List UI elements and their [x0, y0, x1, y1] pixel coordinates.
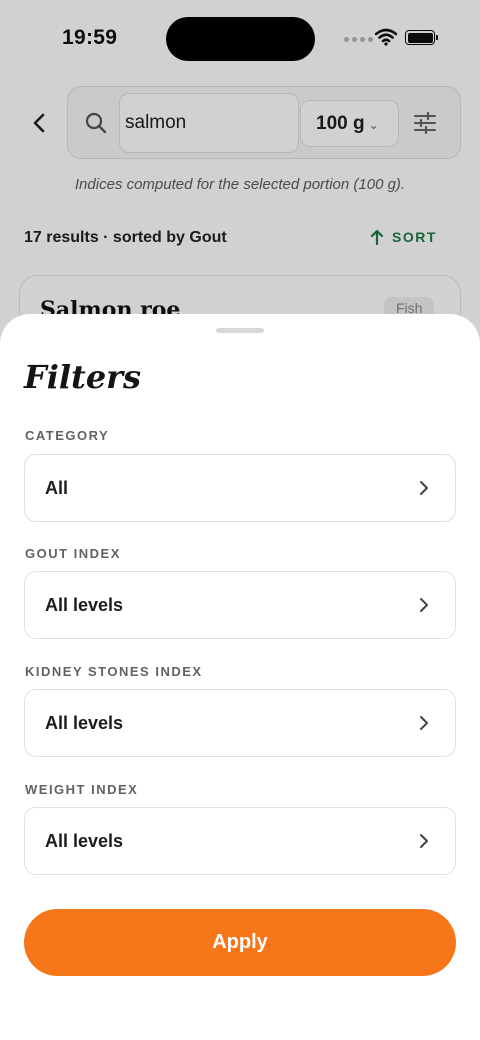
category-label: CATEGORY [25, 428, 110, 443]
gout-index-filter[interactable]: All levels [24, 571, 456, 639]
filters-sheet: Filters CATEGORY All GOUT INDEX All leve… [0, 314, 480, 1040]
gout-index-value: All levels [45, 595, 124, 615]
kidney-stones-index-label: KIDNEY STONES INDEX [25, 664, 203, 679]
chevron-right-icon [420, 716, 428, 730]
sheet-title: Filters [24, 358, 142, 396]
kidney-stones-index-filter[interactable]: All levels [24, 689, 456, 757]
weight-index-label: WEIGHT INDEX [25, 782, 139, 797]
sheet-grabber[interactable] [216, 328, 264, 333]
chevron-right-icon [420, 598, 428, 612]
weight-index-filter[interactable]: All levels [24, 807, 456, 875]
kidney-stones-index-value: All levels [45, 713, 124, 733]
category-value: All [45, 478, 69, 498]
chevron-right-icon [420, 481, 428, 495]
chevron-right-icon [420, 834, 428, 848]
category-filter[interactable]: All [24, 454, 456, 522]
apply-button[interactable]: Apply [24, 909, 456, 976]
gout-index-label: GOUT INDEX [25, 546, 121, 561]
weight-index-value: All levels [45, 831, 124, 851]
